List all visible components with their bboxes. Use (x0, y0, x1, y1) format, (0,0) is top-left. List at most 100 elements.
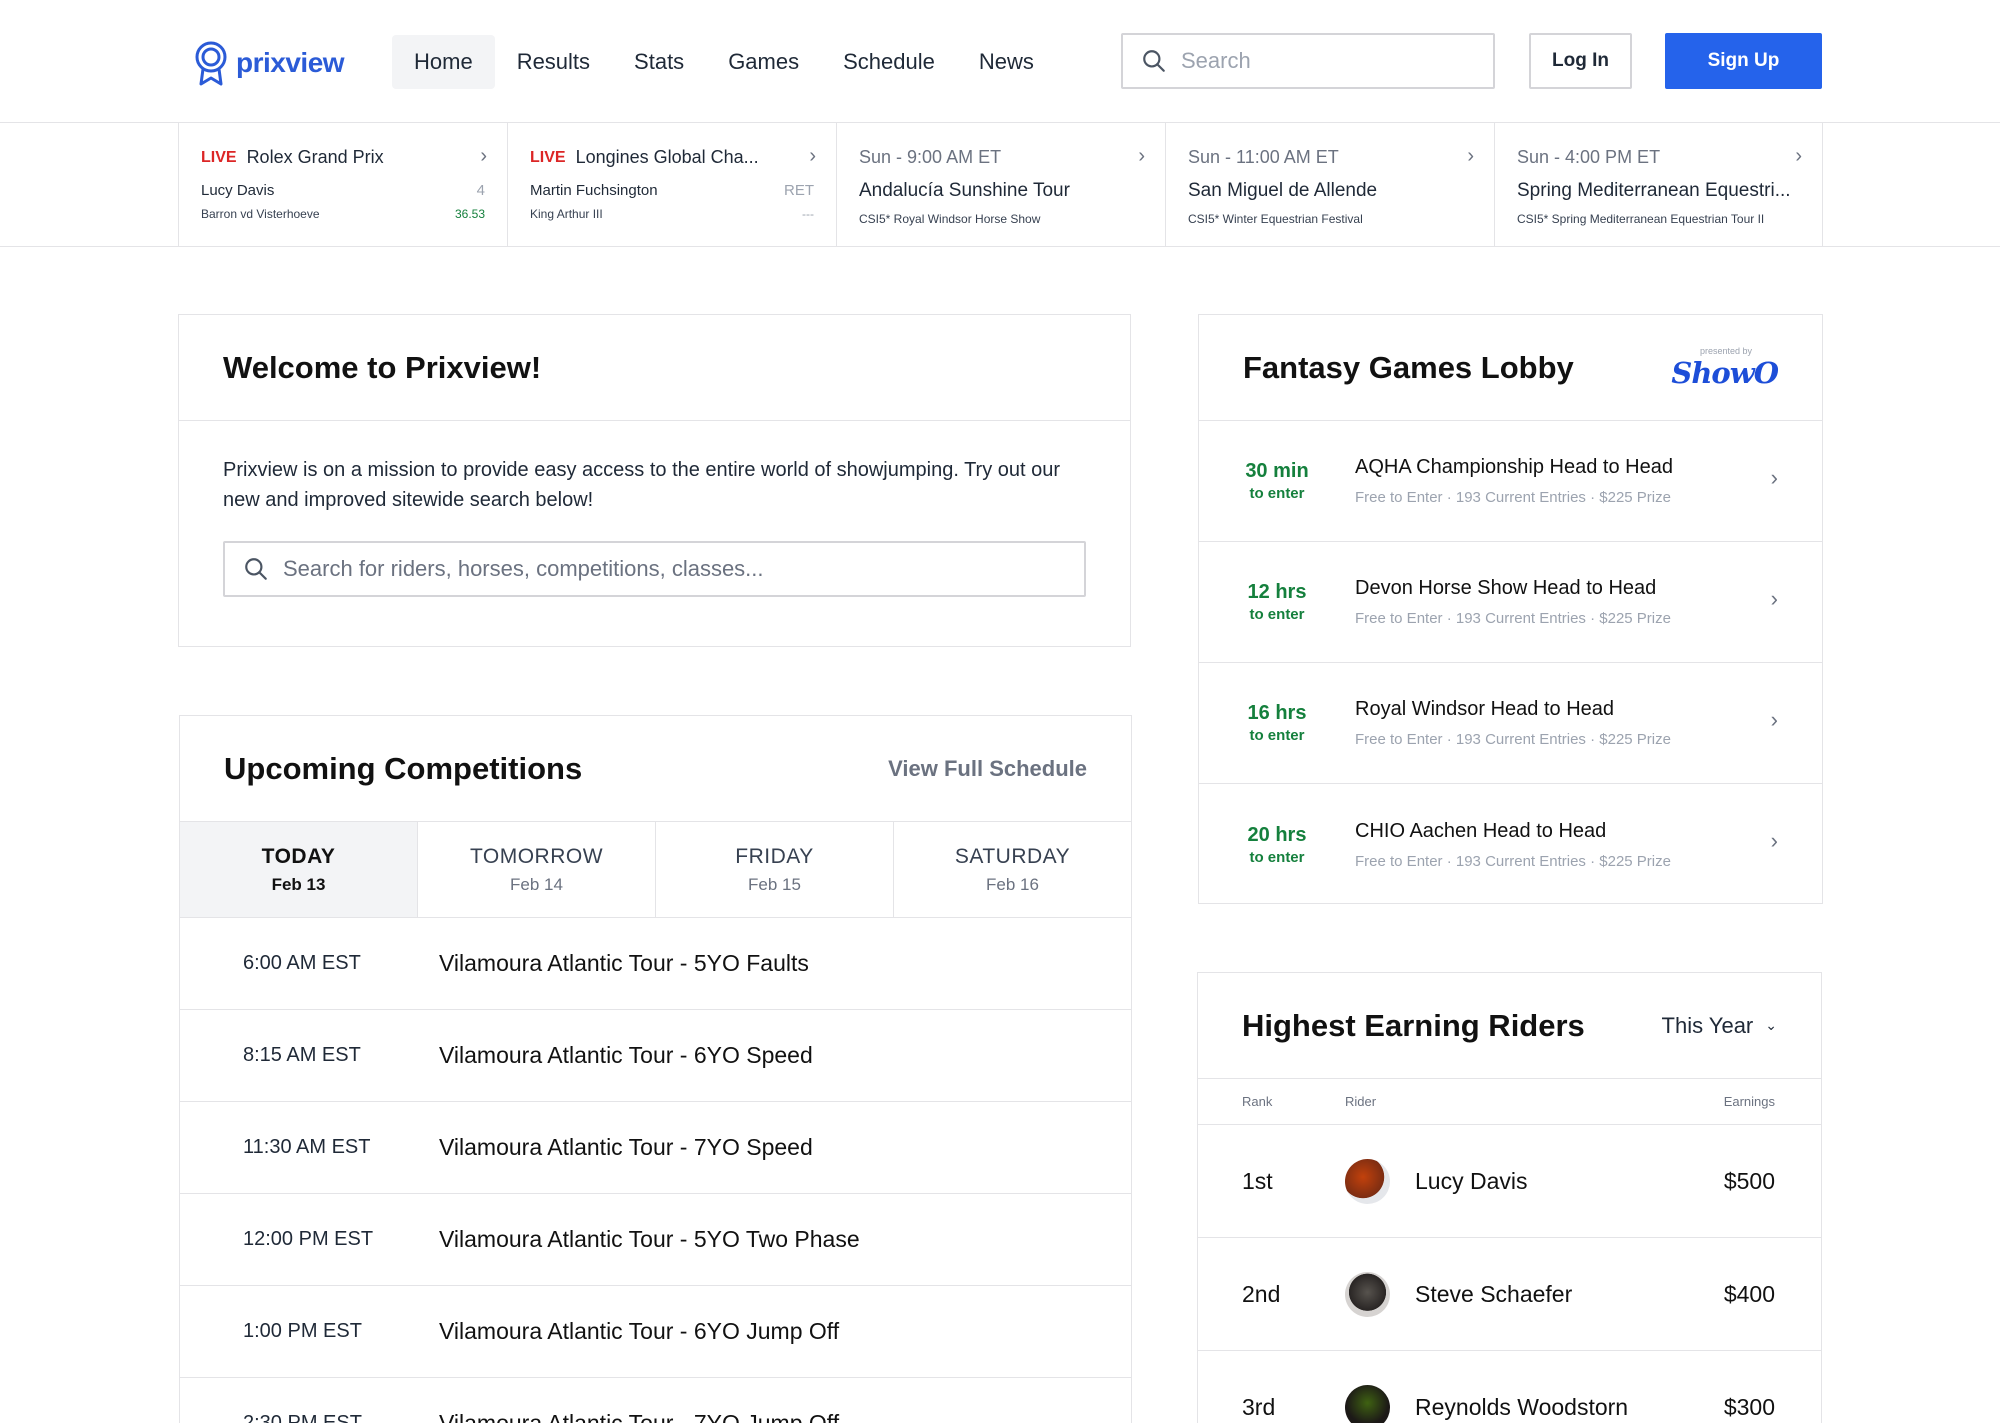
col-rider: Rider (1345, 1094, 1377, 1109)
upcoming-competitions-panel: Upcoming Competitions View Full Schedule… (179, 715, 1132, 1423)
ticker-status: 4 (476, 182, 485, 199)
day-name: SATURDAY (954, 844, 1071, 868)
avatar (1345, 1271, 1390, 1317)
ticker-title: San Miguel de Allende (1188, 180, 1378, 201)
presented-by-label: presented by (1699, 345, 1752, 356)
tab-tomorrow[interactable]: TOMORROW Feb 14 (418, 822, 656, 917)
col-rank: Rank (1242, 1094, 1273, 1109)
game-meta: Free to Enter · 193 Current Entries · $2… (1355, 731, 1671, 748)
chevron-right-icon: › (1138, 145, 1145, 167)
nav-schedule[interactable]: Schedule (821, 35, 957, 89)
chevron-right-icon: › (809, 145, 816, 167)
tab-friday[interactable]: FRIDAY Feb 15 (656, 822, 894, 917)
welcome-body: Prixview is on a mission to provide easy… (223, 459, 1061, 511)
ticker-card[interactable]: Sun - 9:00 AM ET › Andalucía Sunshine To… (836, 123, 1165, 247)
ticker-horse: King Arthur III (530, 207, 603, 221)
nav-home[interactable]: Home (392, 35, 495, 89)
col-earnings: Earnings (1723, 1094, 1775, 1109)
tab-today[interactable]: TODAY Feb 13 (180, 822, 418, 917)
competition-time: 2:30 PM EST (243, 1412, 362, 1423)
period-value: This Year (1661, 1012, 1754, 1038)
chevron-right-icon: › (1770, 828, 1778, 853)
tab-saturday[interactable]: SATURDAY Feb 16 (894, 822, 1131, 917)
sitewide-search-input[interactable]: Search for riders, horses, competitions,… (223, 541, 1086, 597)
ticker-card[interactable]: LIVE Rolex Grand Prix › Lucy Davis 4 Barro… (178, 123, 507, 247)
fantasy-games-panel: Fantasy Games Lobby presented by ShowO 3… (1198, 314, 1823, 904)
competition-time: 11:30 AM EST (243, 1136, 371, 1158)
chevron-down-icon: ⌄ (1765, 1017, 1777, 1033)
nav-games[interactable]: Games (706, 35, 821, 89)
competition-row[interactable]: 12:00 PM EST Vilamoura Atlantic Tour - 5Y… (180, 1194, 1131, 1286)
competition-name: Vilamoura Atlantic Tour - 5YO Faults (439, 950, 809, 976)
ticker-status: RET (784, 182, 814, 199)
competition-name: Vilamoura Atlantic Tour - 6YO Speed (439, 1042, 813, 1068)
nav-results[interactable]: Results (495, 35, 612, 89)
game-name: AQHA Championship Head to Head (1355, 456, 1673, 478)
game-name: CHIO Aachen Head to Head (1355, 819, 1607, 842)
competition-row[interactable]: 1:00 PM EST Vilamoura Atlantic Tour - 6YO… (180, 1286, 1131, 1378)
day-name: TODAY (261, 844, 336, 868)
top-header: prixview Home Results Stats Games Schedu… (0, 0, 2000, 123)
chevron-right-icon: › (1795, 145, 1802, 167)
table-row[interactable]: 2nd Steve Schaefer $400 (1198, 1238, 1821, 1351)
sponsor-logo: presented by ShowO (1671, 345, 1779, 390)
competition-time: 8:15 AM EST (243, 1044, 361, 1066)
ticker-rider: Lucy Davis (201, 182, 275, 199)
signup-button[interactable]: Sign Up (1665, 33, 1822, 89)
day-date: Feb 16 (986, 874, 1039, 894)
chevron-right-icon: › (1770, 586, 1778, 611)
nav-stats[interactable]: Stats (612, 35, 706, 89)
rider-rank: 2nd (1242, 1280, 1281, 1307)
chevron-right-icon: › (1770, 707, 1778, 732)
ticker-card[interactable]: Sun - 11:00 AM ET › San Miguel de Allend… (1165, 123, 1494, 247)
competition-name: Vilamoura Atlantic Tour - 5YO Two Phase (439, 1226, 860, 1252)
ticker-when: Sun - 4:00 PM ET (1517, 147, 1661, 167)
ticker-title: Andalucía Sunshine Tour (859, 180, 1070, 201)
competition-row[interactable]: 6:00 AM EST Vilamoura Atlantic Tour - 5YO… (180, 918, 1131, 1010)
header-search-input[interactable]: Search (1121, 33, 1495, 89)
competition-row[interactable]: 8:15 AM EST Vilamoura Atlantic Tour - 6YO… (180, 1010, 1131, 1102)
earners-table-header: Rank Rider Earnings (1198, 1079, 1821, 1125)
event-ticker: LIVE Rolex Grand Prix › Lucy Davis 4 Barro… (0, 123, 2000, 247)
ticker-card[interactable]: LIVE Longines Global Cha... › Martin Fuch… (507, 123, 836, 247)
fantasy-title: Fantasy Games Lobby (1243, 349, 1574, 385)
ticker-title: Spring Mediterranean Equestri... (1517, 180, 1791, 201)
game-countdown: 16 hrs (1247, 702, 1307, 724)
day-date: Feb 13 (271, 874, 326, 894)
rider-earnings: $400 (1723, 1280, 1775, 1307)
welcome-title: Welcome to Prixview! (223, 349, 542, 385)
rider-rank: 1st (1242, 1167, 1273, 1194)
game-countdown-unit: to enter (1249, 485, 1305, 502)
table-row[interactable]: 3rd Reynolds Woodstorn $300 (1198, 1351, 1821, 1423)
table-row[interactable]: 1st Lucy Davis $500 (1198, 1125, 1821, 1238)
live-badge: LIVE (530, 148, 566, 166)
ticker-title: Rolex Grand Prix (246, 147, 384, 167)
nav-news[interactable]: News (957, 35, 1056, 89)
game-countdown: 30 min (1245, 460, 1309, 482)
game-row[interactable]: 12 hrs to enter Devon Horse Show Head to … (1199, 542, 1822, 663)
search-icon (245, 558, 267, 580)
rider-rank: 3rd (1242, 1393, 1276, 1420)
game-row[interactable]: 16 hrs to enter Royal Windsor Head to Hea… (1199, 663, 1822, 784)
highest-earning-riders-panel: Highest Earning Riders This Year ⌄ Rank R… (1197, 972, 1822, 1423)
ticker-score: --- (802, 207, 814, 221)
ticker-when: Sun - 11:00 AM ET (1188, 147, 1339, 167)
competition-time: 12:00 PM EST (243, 1228, 374, 1250)
game-countdown-unit: to enter (1249, 606, 1305, 623)
chevron-right-icon: › (1467, 145, 1474, 167)
ribbon-logo-icon (195, 41, 227, 86)
competition-time: 6:00 AM EST (243, 952, 361, 974)
competition-row[interactable]: 11:30 AM EST Vilamoura Atlantic Tour - 7Y… (180, 1102, 1131, 1194)
rider-name: Reynolds Woodstorn (1415, 1393, 1629, 1420)
login-button[interactable]: Log In (1529, 33, 1632, 89)
logo[interactable]: prixview (192, 40, 345, 86)
upcoming-title: Upcoming Competitions (224, 750, 583, 786)
competition-name: Vilamoura Atlantic Tour - 7YO Speed (439, 1134, 813, 1160)
competition-row[interactable]: 2:30 PM EST Vilamoura Atlantic Tour - 7YO… (180, 1378, 1131, 1423)
ticker-card[interactable]: Sun - 4:00 PM ET › Spring Mediterranean … (1494, 123, 1823, 247)
game-row[interactable]: 20 hrs to enter CHIO Aachen Head to Head F… (1199, 784, 1822, 905)
period-dropdown[interactable]: This Year ⌄ (1662, 1013, 1777, 1039)
game-row[interactable]: 30 min to enter AQHA Championship Head to… (1199, 421, 1822, 542)
view-full-schedule-link[interactable]: View Full Schedule (888, 756, 1087, 782)
header-search-placeholder: Search (1181, 48, 1251, 73)
